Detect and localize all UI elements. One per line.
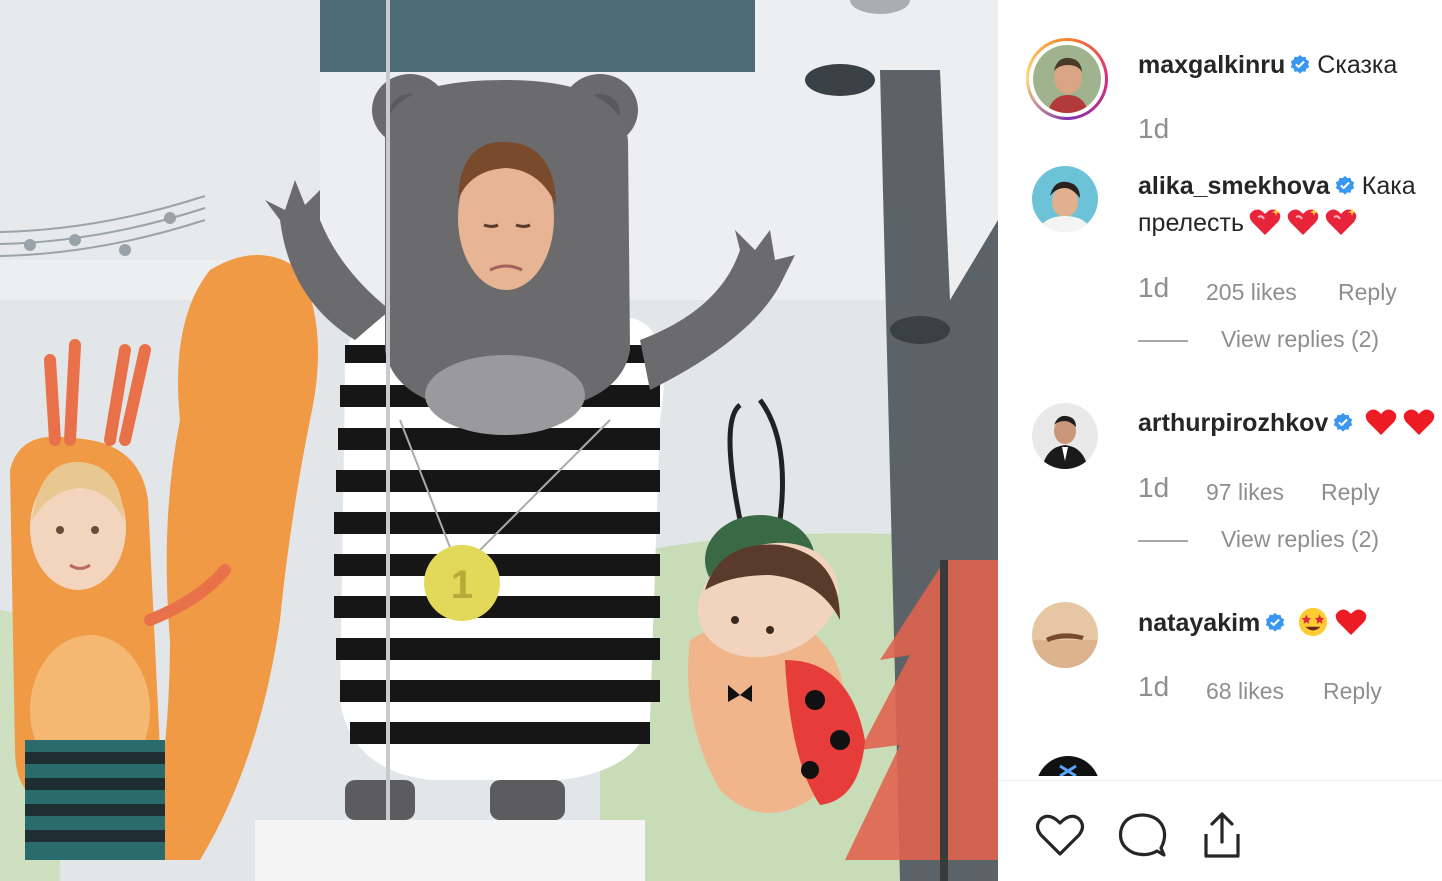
verified-badge-icon <box>1335 175 1354 195</box>
comment-meta: 1d 68 likes Reply <box>1138 671 1382 704</box>
comment-likes[interactable]: 205 likes <box>1206 279 1297 306</box>
owner-time[interactable]: 1d <box>1138 113 1169 144</box>
heart-icon[interactable] <box>1032 808 1088 862</box>
sparkling-heart-icon <box>1249 208 1281 235</box>
comment-row: alika_smekhova Кака <box>1138 167 1416 205</box>
verified-badge-icon <box>1266 612 1285 632</box>
owner-caption: Сказка <box>1317 51 1398 79</box>
view-replies-button[interactable]: View replies (2) <box>1221 526 1379 553</box>
comment-username[interactable]: arthurpirozhkov <box>1138 409 1328 437</box>
actions-divider <box>998 780 1442 781</box>
comment-username[interactable]: alika_smekhova <box>1138 172 1330 200</box>
comment-likes[interactable]: 97 likes <box>1206 479 1284 506</box>
comment-row: natayakim <box>1138 604 1368 642</box>
comment-row-continued: прелесть <box>1138 204 1358 242</box>
owner-avatar-ring[interactable] <box>1026 38 1108 120</box>
star-struck-icon <box>1299 607 1328 637</box>
red-heart-icon <box>1404 409 1435 435</box>
red-heart-icon <box>1336 609 1367 635</box>
verified-badge-icon <box>1334 412 1353 432</box>
avatar[interactable] <box>1032 166 1098 232</box>
post-photo[interactable]: 1 <box>0 0 998 881</box>
red-heart-icon <box>1366 409 1397 435</box>
avatar[interactable] <box>1032 602 1098 668</box>
comment-meta: 1d 97 likes Reply <box>1138 472 1380 505</box>
reply-button[interactable]: Reply <box>1323 678 1382 705</box>
comments-panel: maxgalkinru Сказка 1d alika_smekhova Кака … <box>998 0 1442 881</box>
avatar[interactable] <box>1032 403 1098 469</box>
comment-username[interactable]: natayakim <box>1138 609 1260 637</box>
share-icon[interactable] <box>1194 808 1250 862</box>
comment-text: Кака <box>1361 172 1416 200</box>
comment-likes[interactable]: 68 likes <box>1206 678 1284 705</box>
view-replies-button[interactable]: View replies (2) <box>1221 326 1379 353</box>
owner-meta: 1d <box>1138 113 1169 145</box>
verified-badge-icon <box>1291 54 1310 74</box>
owner-username[interactable]: maxgalkinru <box>1138 51 1285 79</box>
photo-illustration: 1 <box>0 0 998 881</box>
reply-button[interactable]: Reply <box>1338 279 1397 306</box>
replies-divider <box>1138 540 1188 542</box>
comment-time[interactable]: 1d <box>1138 671 1169 702</box>
avatar <box>1033 45 1101 113</box>
replies-divider <box>1138 340 1188 342</box>
sparkling-heart-icon <box>1287 208 1319 235</box>
comment-text: прелесть <box>1138 209 1244 237</box>
comment-time[interactable]: 1d <box>1138 272 1169 303</box>
svg-text:1: 1 <box>451 563 473 607</box>
comment-row: arthurpirozhkov <box>1138 404 1436 442</box>
comment-icon[interactable] <box>1114 808 1170 862</box>
owner-caption-row: maxgalkinru Сказка <box>1138 46 1397 84</box>
sparkling-heart-icon <box>1325 208 1357 235</box>
reply-button[interactable]: Reply <box>1321 479 1380 506</box>
comment-time[interactable]: 1d <box>1138 472 1169 503</box>
comment-meta: 1d 205 likes Reply <box>1138 272 1397 305</box>
